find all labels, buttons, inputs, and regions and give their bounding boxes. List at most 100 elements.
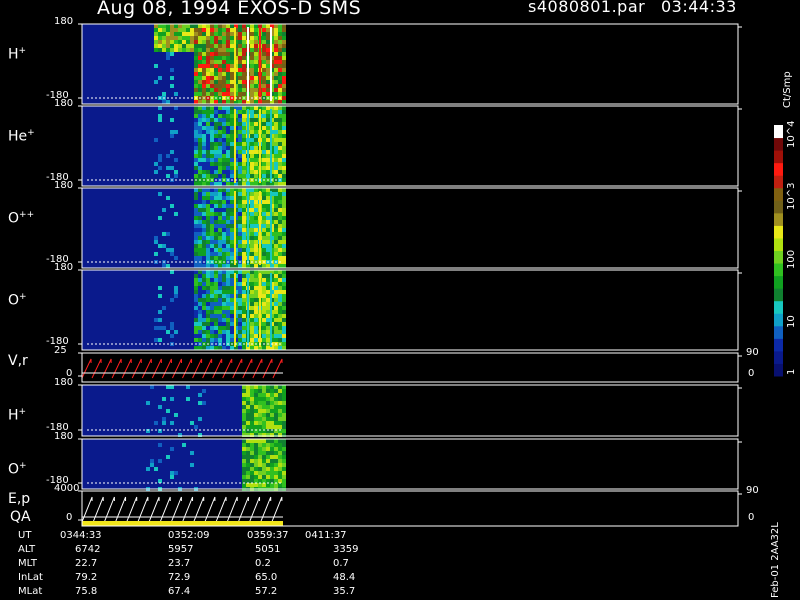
heatmap-cell — [262, 28, 266, 32]
heatmap-cell — [206, 92, 210, 96]
heatmap-cell — [278, 48, 282, 52]
heatmap-cell — [282, 298, 286, 302]
heatmap-cell — [262, 310, 266, 314]
heatmap-cell — [262, 72, 266, 76]
heatmap-cell — [242, 338, 246, 342]
heatmap-cell — [218, 162, 222, 166]
heatmap-cell — [230, 208, 234, 212]
heatmap-cell — [278, 232, 282, 236]
heatmap-cell — [198, 80, 202, 84]
heatmap-cell — [266, 146, 270, 150]
heatmap-cell — [218, 204, 222, 208]
heatmap-cell — [242, 455, 246, 459]
heatmap-cell — [170, 44, 174, 48]
heatmap-cell — [254, 314, 258, 318]
heatmap-cell — [214, 150, 218, 154]
heatmap-cell — [250, 455, 254, 459]
heatmap-cell — [238, 138, 242, 142]
heatmap-cell — [274, 294, 278, 298]
heatmap-cell — [222, 52, 226, 56]
heatmap-cell — [266, 24, 270, 28]
heatmap-cell — [158, 76, 162, 80]
heatmap-cell — [158, 459, 162, 463]
heatmap-cell — [278, 463, 282, 467]
heatmap-cell — [230, 216, 234, 220]
heatmap-cell — [222, 146, 226, 150]
heatmap-cell — [210, 60, 214, 64]
heatmap-cell — [226, 134, 230, 138]
heatmap-cell — [210, 138, 214, 142]
heatmap-cell — [210, 44, 214, 48]
panel-label: O+ — [8, 292, 27, 309]
heatmap-cell — [226, 200, 230, 204]
heatmap-cell — [278, 122, 282, 126]
heatmap-cell — [266, 302, 270, 306]
heatmap-cell — [242, 48, 246, 52]
heatmap-cell — [174, 24, 178, 28]
heatmap-cell — [242, 200, 246, 204]
heatmap-cell — [262, 224, 266, 228]
heatmap-cell — [210, 330, 214, 334]
heatmap-cell — [262, 298, 266, 302]
heatmap-cell — [214, 118, 218, 122]
heatmap-cell — [242, 72, 246, 76]
heatmap-cell — [230, 72, 234, 76]
heatmap-cell — [210, 240, 214, 244]
heatmap-cell — [202, 80, 206, 84]
heatmap-cell — [218, 286, 222, 290]
colorbar-swatch — [774, 275, 783, 289]
heatmap-cell — [194, 24, 198, 28]
heatmap-cell — [222, 264, 226, 268]
heatmap-cell — [202, 100, 206, 104]
heatmap-cell — [166, 196, 170, 200]
heatmap-cell — [222, 212, 226, 216]
heatmap-streak — [259, 27, 261, 101]
heatmap-cell — [238, 162, 242, 166]
heatmap-cell — [278, 130, 282, 134]
heatmap-cell — [226, 208, 230, 212]
heatmap-cell — [194, 294, 198, 298]
heatmap-cell — [194, 274, 198, 278]
heatmap-cell — [258, 463, 262, 467]
heatmap-cell — [274, 92, 278, 96]
heatmap-cell — [218, 60, 222, 64]
heatmap-cell — [226, 126, 230, 130]
heatmap-cell — [270, 483, 274, 487]
series-segment — [103, 496, 115, 523]
heatmap-cell — [198, 302, 202, 306]
heatmap-cell — [282, 72, 286, 76]
heatmap-cell — [214, 248, 218, 252]
heatmap-cell — [250, 40, 254, 44]
heatmap-cell — [282, 282, 286, 286]
heatmap-cell — [210, 158, 214, 162]
heatmap-cell — [218, 106, 222, 110]
heatmap-cell — [210, 76, 214, 80]
heatmap-cell — [278, 166, 282, 170]
heatmap-cell — [262, 459, 266, 463]
heatmap-cell — [206, 56, 210, 60]
heatmap-cell — [266, 220, 270, 224]
heatmap-cell — [282, 306, 286, 310]
heatmap-streak — [234, 273, 236, 347]
heatmap-cell — [266, 200, 270, 204]
heatmap-cell — [238, 170, 242, 174]
heatmap-cell — [242, 114, 246, 118]
heatmap-cell — [226, 80, 230, 84]
heatmap-cell — [254, 318, 258, 322]
heatmap-cell — [274, 302, 278, 306]
heatmap-cell — [250, 134, 254, 138]
heatmap-cell — [202, 192, 206, 196]
heatmap-cell — [262, 425, 266, 429]
heatmap-cell — [262, 60, 266, 64]
heatmap-cell — [250, 401, 254, 405]
heatmap-cell — [214, 224, 218, 228]
heatmap-cell — [194, 48, 198, 52]
heatmap-cell — [198, 106, 202, 110]
heatmap-cell — [250, 182, 254, 186]
heatmap-cell — [254, 100, 258, 104]
heatmap-cell — [214, 302, 218, 306]
heatmap-cell — [214, 212, 218, 216]
heatmap-cell — [254, 204, 258, 208]
heatmap-cell — [266, 44, 270, 48]
heatmap-cell — [222, 60, 226, 64]
